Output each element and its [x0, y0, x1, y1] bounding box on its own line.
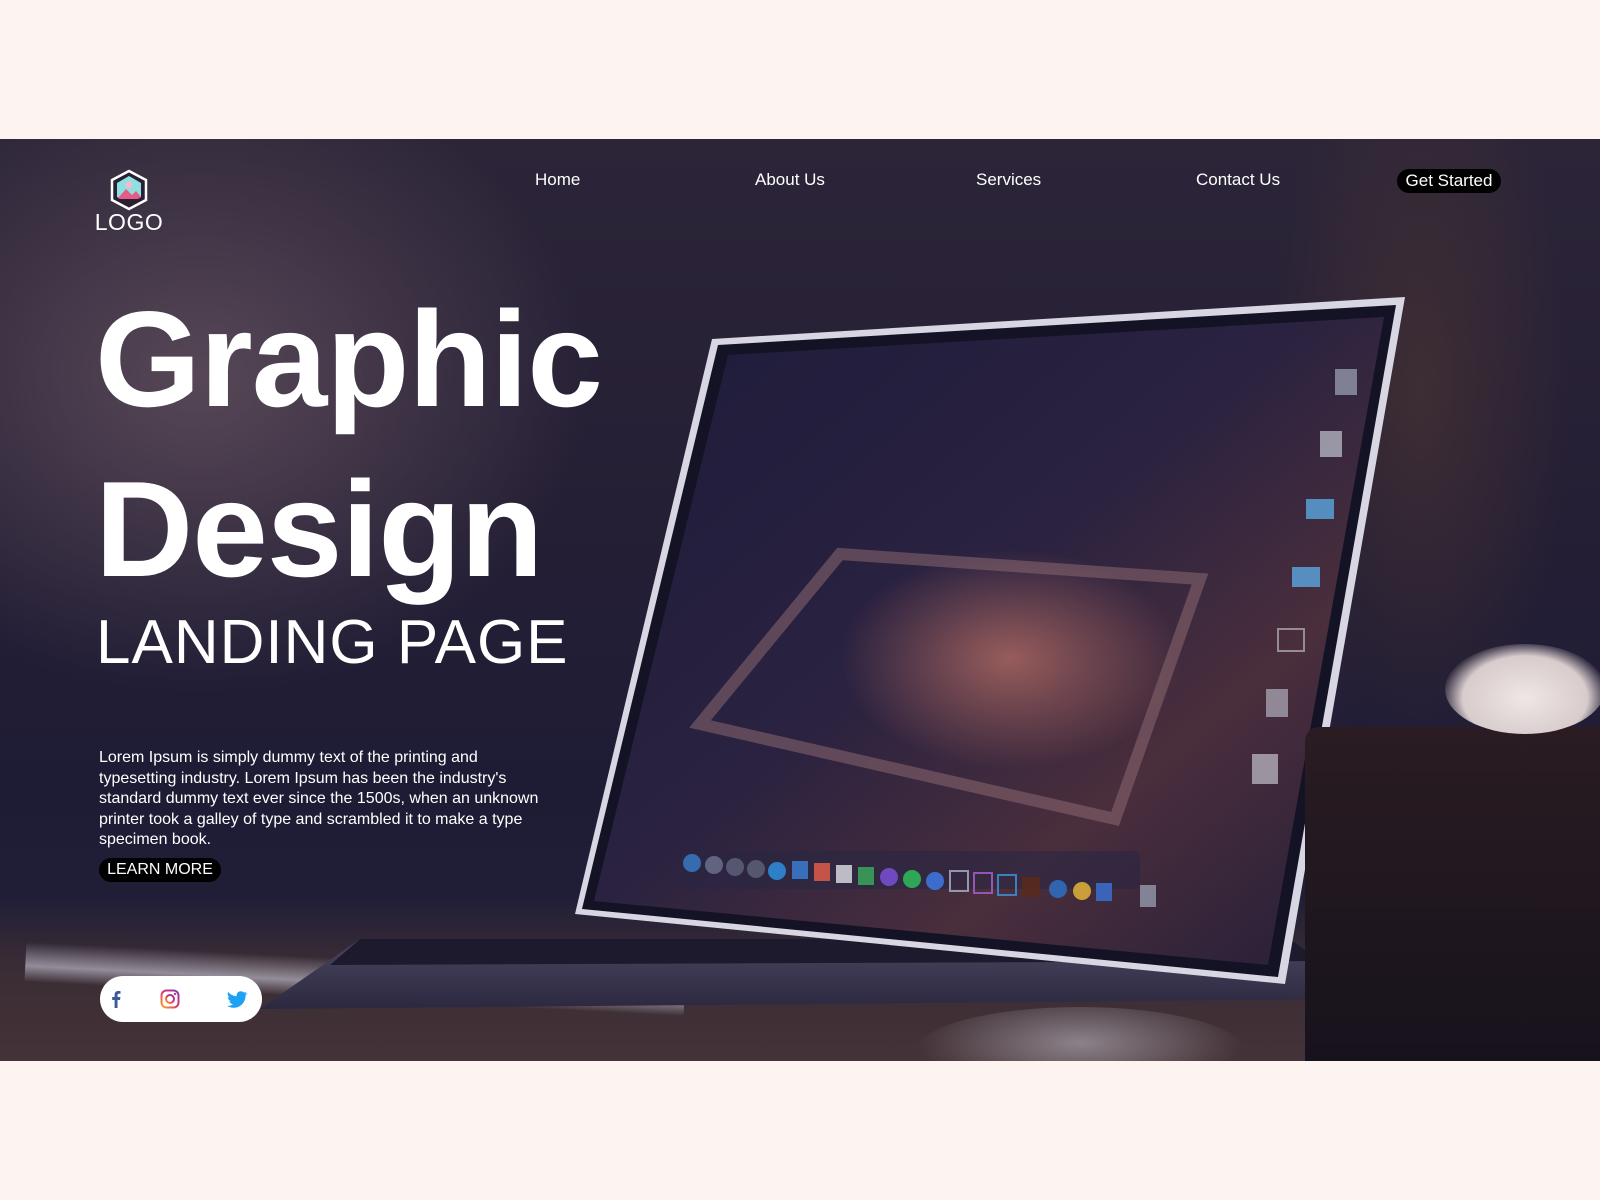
nav-services[interactable]: Services: [976, 170, 1041, 190]
instagram-icon[interactable]: [159, 988, 181, 1010]
hero-description: Lorem Ipsum is simply dummy text of the …: [99, 749, 539, 848]
coffee-foam: [1445, 644, 1600, 734]
hero-subtitle: LANDING PAGE: [96, 608, 569, 677]
hero-title-line1: Graphic: [95, 283, 603, 435]
logo[interactable]: LOGO: [94, 169, 164, 236]
get-started-button[interactable]: Get Started: [1397, 169, 1501, 193]
nav-about-us[interactable]: About Us: [755, 170, 825, 190]
facebook-icon[interactable]: [105, 988, 127, 1010]
social-links: [100, 976, 262, 1022]
twitter-icon[interactable]: [226, 988, 248, 1010]
hero-title-line2: Design: [95, 453, 543, 605]
coffee-cup: [1305, 727, 1600, 1061]
nav-contact-us[interactable]: Contact Us: [1196, 170, 1280, 190]
hero-section: LOGO Home About Us Services Contact Us G…: [0, 139, 1600, 1061]
image-icon: [110, 169, 148, 211]
logo-text: LOGO: [94, 209, 164, 235]
nav-home[interactable]: Home: [535, 170, 580, 190]
learn-more-button[interactable]: LEARN MORE: [99, 858, 221, 882]
